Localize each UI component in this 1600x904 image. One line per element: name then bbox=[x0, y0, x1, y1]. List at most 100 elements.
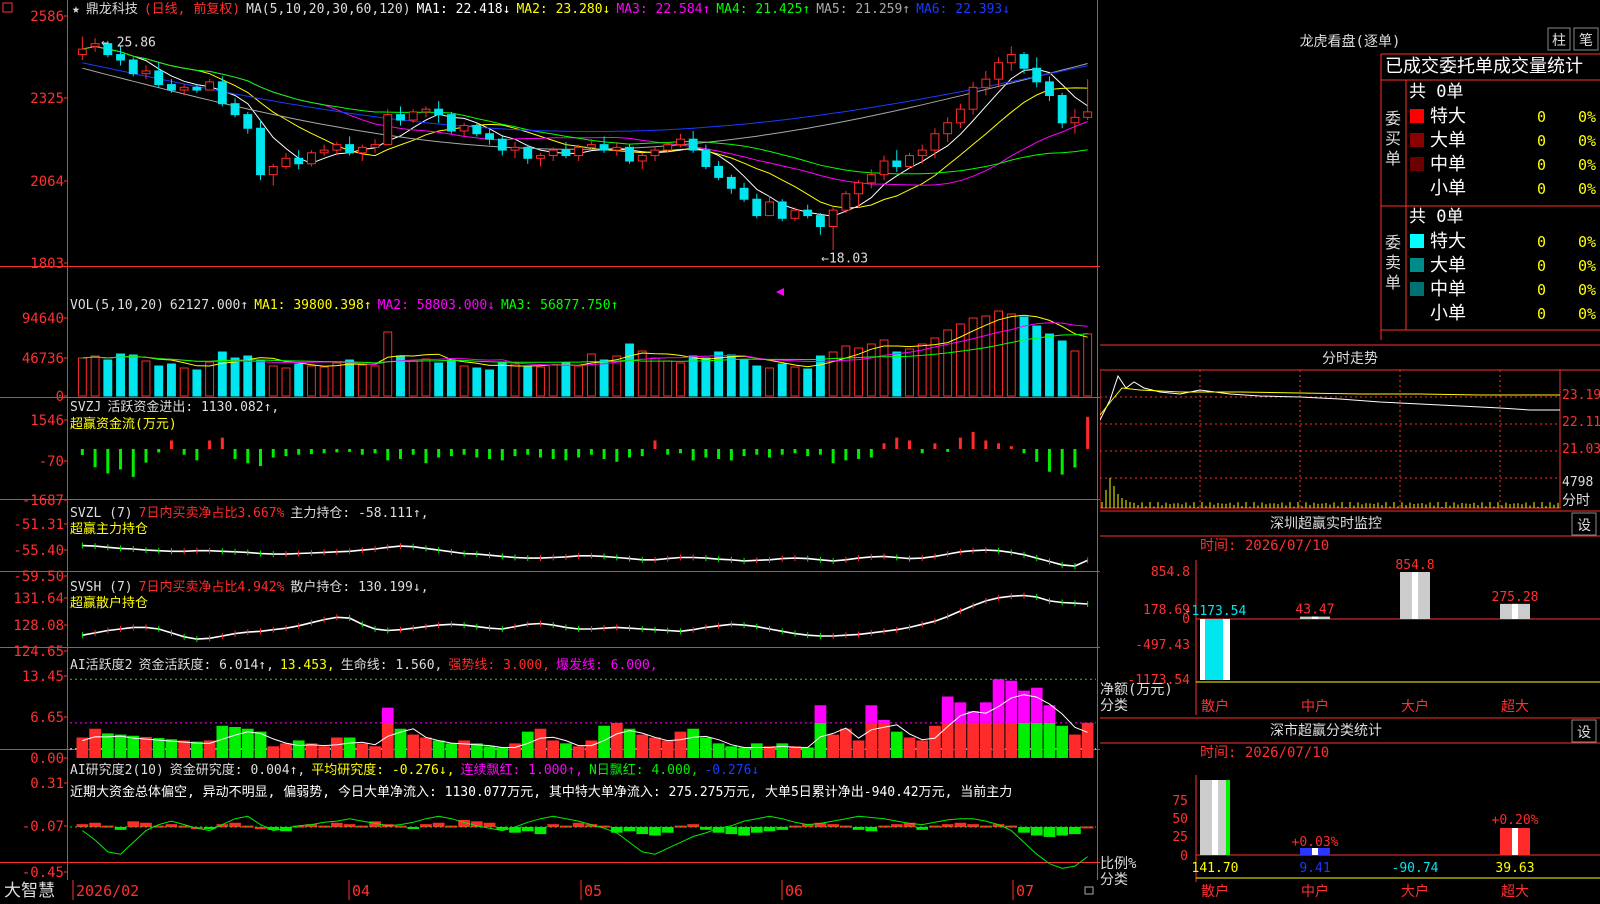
lhb-side-label: 委 bbox=[1385, 233, 1401, 252]
classify-pct-label: +0.20% bbox=[1492, 813, 1539, 828]
active-burst-bar bbox=[993, 679, 1005, 723]
research-bar bbox=[1018, 827, 1030, 833]
candle-body bbox=[371, 145, 379, 148]
flow-bar bbox=[246, 449, 249, 463]
research-bar bbox=[433, 823, 445, 827]
flow-bar bbox=[208, 440, 211, 449]
flow-bar bbox=[475, 449, 478, 458]
flow-bar bbox=[501, 449, 504, 460]
flow-bar bbox=[895, 438, 898, 449]
ma1-value: MA1: 22.418↓ bbox=[417, 2, 511, 17]
classify-value: 9.41 bbox=[1299, 861, 1330, 876]
sell-row-value: 0 bbox=[1537, 281, 1546, 299]
flow-bar bbox=[883, 443, 886, 449]
volume-bar bbox=[664, 361, 672, 396]
flow-bar bbox=[361, 449, 364, 455]
low-price-label: ←18.03 bbox=[821, 251, 868, 266]
fenshi-title: 分时走势 bbox=[1322, 351, 1378, 367]
menu-icon[interactable] bbox=[3, 3, 12, 12]
candle-body bbox=[918, 150, 926, 155]
flow-bar bbox=[552, 449, 555, 459]
sell-row-name: 大单 bbox=[1430, 255, 1466, 276]
candle-body bbox=[435, 109, 443, 114]
candle-body bbox=[931, 134, 939, 150]
sell-color-swatch bbox=[1410, 234, 1424, 248]
flow-bar bbox=[603, 449, 606, 459]
flow-bar bbox=[386, 449, 389, 460]
ai2-avg: 平均研究度: -0.276↓, bbox=[311, 762, 454, 778]
candle-body bbox=[715, 166, 723, 177]
x-axis-label: 05 bbox=[584, 882, 602, 900]
active-bar bbox=[916, 740, 928, 758]
active-bar bbox=[662, 740, 674, 758]
active-bar bbox=[865, 723, 877, 758]
monitor-bar-inner bbox=[1205, 619, 1223, 680]
volume-bar bbox=[587, 354, 595, 396]
classify-bar-highlight bbox=[1212, 780, 1218, 855]
flow-bar bbox=[119, 449, 122, 469]
volume-bar bbox=[740, 360, 748, 396]
monitor-ytick: -497.43 bbox=[1135, 638, 1190, 653]
volume-bar bbox=[218, 352, 226, 396]
fenshi-price-line bbox=[1100, 376, 1560, 420]
flow-bar bbox=[615, 449, 618, 462]
stock-terminal: 2586232520641803★鼎龙科技(日线, 前复权)MA(5,10,20… bbox=[0, 0, 1600, 900]
active-bar bbox=[993, 723, 1005, 758]
active-bar bbox=[382, 723, 394, 758]
sell-row-name: 特大 bbox=[1430, 231, 1466, 252]
star-icon: ★ bbox=[72, 2, 80, 17]
flow-bar bbox=[450, 449, 453, 456]
flow-bar bbox=[717, 449, 720, 459]
monitor-value: 43.47 bbox=[1295, 603, 1334, 618]
svzj-value: 活跃资金进出: 1130.082↑, bbox=[107, 399, 279, 415]
active-burst-bar bbox=[1005, 681, 1017, 723]
volume-bar bbox=[206, 362, 214, 396]
active-bar bbox=[1056, 726, 1068, 758]
flow-bar bbox=[272, 449, 275, 458]
volume-bar bbox=[1020, 317, 1028, 396]
x-axis-label: 06 bbox=[785, 882, 803, 900]
volume-bar bbox=[549, 365, 557, 396]
classify-category: 中户 bbox=[1301, 883, 1329, 900]
volume-bar bbox=[804, 369, 812, 396]
svsh-ytick: 131.64 bbox=[13, 591, 64, 607]
active-bar bbox=[471, 743, 483, 758]
volume-bar bbox=[1007, 314, 1015, 396]
candle-body bbox=[307, 153, 315, 164]
research-bar bbox=[967, 824, 979, 827]
classify-value: 39.63 bbox=[1495, 861, 1534, 876]
monitor-category: 中户 bbox=[1301, 698, 1329, 715]
ai1-ytick: 13.45 bbox=[22, 669, 64, 685]
candle-body bbox=[740, 188, 748, 199]
monitor-bar-highlight bbox=[1412, 572, 1418, 619]
volume-bar bbox=[473, 368, 481, 396]
classify-ytick: 25 bbox=[1172, 830, 1188, 845]
volume-bar bbox=[460, 366, 468, 396]
kline-chart-area[interactable]: 2586232520641803★鼎龙科技(日线, 前复权)MA(5,10,20… bbox=[0, 0, 1100, 900]
active-bar bbox=[1018, 723, 1030, 758]
candle-body bbox=[193, 87, 201, 90]
ai1-active: 资金活跃度: 6.014↑, bbox=[138, 657, 273, 673]
svsh-value: 散户持仓: 130.199↓, bbox=[290, 579, 428, 595]
flow-bar bbox=[704, 449, 707, 458]
monitor-ylabel: 净额(万元) bbox=[1100, 682, 1173, 698]
volume-bar bbox=[1046, 334, 1054, 396]
research-bar bbox=[687, 824, 699, 827]
flow-bar bbox=[819, 449, 822, 455]
svzl-value: 主力持仓: -58.111↑, bbox=[290, 506, 428, 521]
flow-bar bbox=[335, 449, 338, 452]
buy-row-name: 小单 bbox=[1430, 178, 1466, 199]
buy-color-swatch bbox=[1410, 157, 1424, 171]
active-bar bbox=[1031, 723, 1043, 758]
candle-body bbox=[676, 139, 684, 144]
candle-body bbox=[791, 210, 799, 218]
svzl-ratio: 7日内买卖净占比3.667% bbox=[139, 505, 285, 521]
candle-body bbox=[409, 112, 417, 120]
fenshi-ytick: 4798 bbox=[1562, 475, 1593, 490]
active-bar bbox=[433, 740, 445, 758]
candle-body bbox=[397, 115, 405, 120]
active-burst-bar bbox=[1031, 688, 1043, 723]
cursor-marker bbox=[776, 288, 784, 296]
active-burst-bar bbox=[865, 705, 877, 723]
active-bar bbox=[802, 747, 814, 758]
